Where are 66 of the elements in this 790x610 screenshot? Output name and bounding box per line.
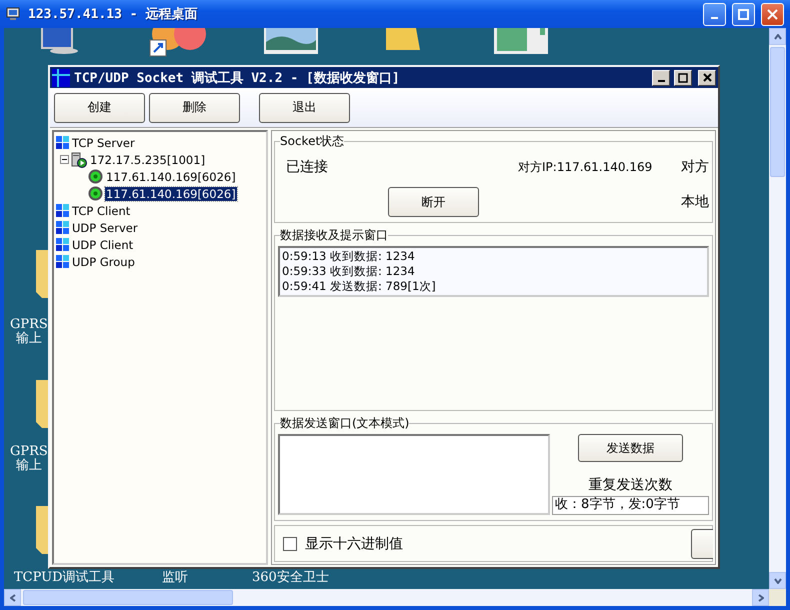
peer-ip-label: 对方IP:117.61.140.169 <box>518 158 654 176</box>
horizontal-scrollbar-thumb[interactable] <box>23 590 233 605</box>
vertical-scrollbar-thumb[interactable] <box>770 47 785 177</box>
tree-item[interactable]: TCP Client <box>71 204 132 218</box>
toolbar-button[interactable]: 创建 <box>54 92 145 122</box>
app-logo-icon <box>52 68 70 86</box>
group-title: 数据接收及提示窗口 <box>280 227 388 244</box>
remote-desktop-icon <box>6 6 22 22</box>
disconnect-button[interactable]: 断开 <box>388 187 479 217</box>
scroll-right-button[interactable] <box>752 589 769 606</box>
window-title: TCP/UDP Socket 调试工具 V2.2 - [数据收发窗口] <box>74 70 401 86</box>
desktop-icon-label: GPRS 输上 <box>10 445 48 473</box>
connection-icon <box>88 169 103 184</box>
resize-grip[interactable] <box>769 589 786 606</box>
document-icon <box>494 28 548 54</box>
local-label: 本地 <box>680 193 709 211</box>
maximize-icon <box>738 8 749 20</box>
partial-button[interactable] <box>691 528 713 558</box>
category-icon <box>56 238 69 251</box>
category-icon <box>56 255 69 268</box>
tree-item[interactable]: TCP Server <box>71 136 136 150</box>
group-title: Socket状态 <box>280 133 344 150</box>
desktop-icon-label: 监听 <box>162 571 188 585</box>
close-button[interactable] <box>698 70 716 86</box>
send-input-field[interactable] <box>278 434 550 515</box>
send-button[interactable]: 发送数据 <box>578 434 683 462</box>
minimize-icon <box>711 17 718 19</box>
toolbar-button[interactable]: 退出 <box>259 92 350 122</box>
connection-icon <box>88 186 103 201</box>
scroll-down-button[interactable] <box>769 572 786 589</box>
close-icon <box>702 73 712 82</box>
hex-checkbox[interactable] <box>283 536 297 550</box>
minimize-icon <box>658 80 664 82</box>
tree-item[interactable]: 117.61.140.169[6026] <box>105 186 237 200</box>
byte-counter: 收：8字节，发:0字节 <box>552 496 709 515</box>
category-icon <box>56 136 69 149</box>
close-icon <box>767 8 778 20</box>
maximize-icon <box>678 72 688 82</box>
connection-status: 已连接 <box>285 158 329 176</box>
server-icon <box>71 152 87 168</box>
collapse-icon[interactable] <box>60 155 69 164</box>
repeat-count-label: 重复发送次数 <box>588 476 672 494</box>
tree-item[interactable]: UDP Client <box>71 238 134 252</box>
log-line: 0:59:41 发送数据: 789[1次] <box>282 279 437 294</box>
tree-item[interactable]: 172.17.5.235[1001] <box>89 152 206 166</box>
landscape-icon <box>264 28 318 54</box>
desktop-icon-label: 360安全卫士 <box>252 571 329 585</box>
tree-item[interactable]: UDP Server <box>71 220 139 234</box>
log-line: 0:59:33 收到数据: 1234 <box>282 264 416 279</box>
tree-item[interactable]: UDP Group <box>71 254 136 268</box>
window-title: 123.57.41.13 - 远程桌面 <box>28 6 198 23</box>
group-title: 数据发送窗口(文本模式) <box>280 415 410 432</box>
vertical-scrollbar[interactable] <box>769 28 786 589</box>
tree-item[interactable]: 117.61.140.169[6026] <box>105 170 237 184</box>
peer-port-label: 对方 <box>680 158 709 176</box>
log-line: 0:59:13 收到数据: 1234 <box>282 249 416 264</box>
scroll-up-button[interactable] <box>769 28 786 45</box>
category-icon <box>56 204 69 217</box>
desktop-icon-label: TCPUD调试工具 <box>14 571 115 585</box>
desktop-icon-label: GPRS 输上 <box>10 318 48 346</box>
hex-option-label: 显示十六进制值 <box>305 534 403 552</box>
maximize-button[interactable] <box>674 70 692 86</box>
toolbar-button[interactable]: 删除 <box>149 92 240 122</box>
minimize-button[interactable] <box>652 70 670 86</box>
scroll-left-button[interactable] <box>4 589 21 606</box>
category-icon <box>56 221 69 234</box>
